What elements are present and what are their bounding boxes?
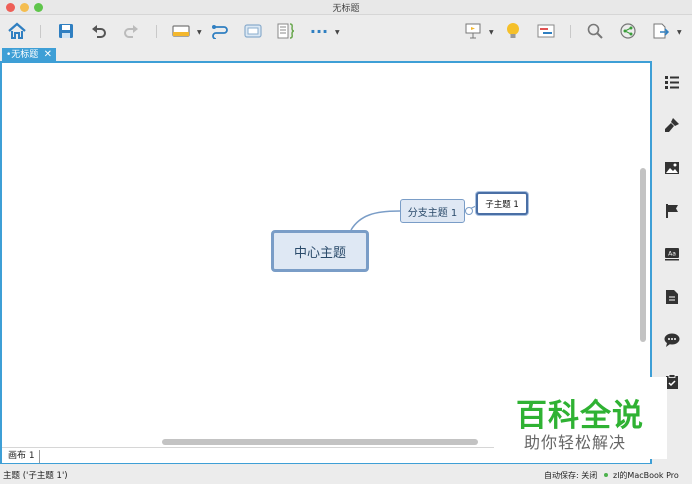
branch-topic[interactable]: 分支主题 1 [400,199,465,223]
text-style-icon: Aa [665,248,679,261]
device-name: zl的MacBook Pro [613,471,679,480]
notes-icon [666,290,678,304]
notes-button[interactable] [663,288,681,306]
sheet-tab[interactable]: 画布 1 [4,450,40,463]
marker-button[interactable] [663,202,681,220]
image-button[interactable] [663,159,681,177]
autosave-status[interactable]: 自动保存: 关闭 [544,470,597,481]
svg-text:Aa: Aa [668,251,676,258]
task-icon [666,374,678,389]
outline-icon [665,76,679,89]
central-topic[interactable]: 中心主题 [271,230,369,272]
selection-status: 主题 ('子主题 1') [3,471,68,481]
collapse-toggle[interactable] [465,207,473,215]
subtopic[interactable]: 子主题 1 [476,192,528,215]
horizontal-scrollbar[interactable] [162,439,478,445]
image-icon [665,162,679,174]
comment-button[interactable] [663,331,681,349]
vertical-scrollbar[interactable] [640,168,646,342]
text-style-button[interactable]: Aa [663,245,681,263]
outline-button[interactable] [663,73,681,91]
status-bar: 主题 ('子主题 1') 自动保存: 关闭 zl的MacBook Pro [0,465,692,484]
marker-flag-icon [666,204,678,218]
watermark-subtitle: 助你轻松解决 [524,433,627,452]
online-indicator [604,473,608,477]
watermark-logo: 百科全说 助你轻松解决 [494,377,667,459]
format-brush-icon [665,118,679,132]
format-button[interactable] [663,116,681,134]
comment-icon [664,333,680,347]
